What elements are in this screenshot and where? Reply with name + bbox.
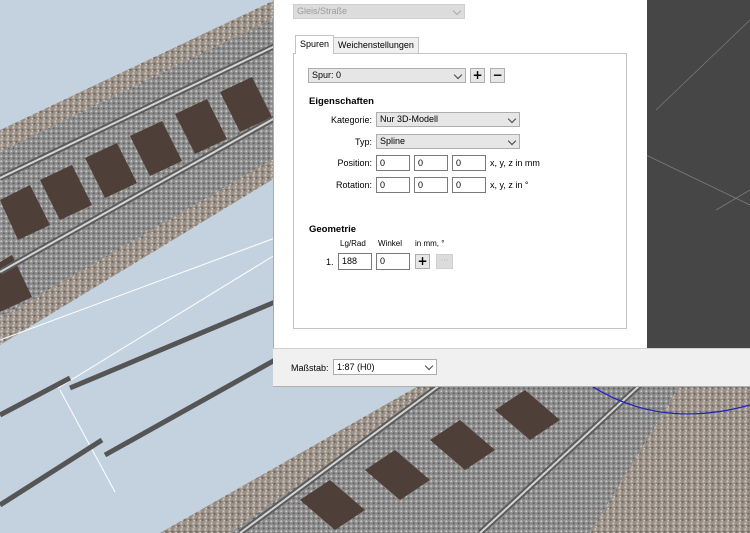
winkel-column-label: Winkel [378,239,403,248]
rotation-z-input[interactable]: 0 [452,177,486,193]
massstab-value: 1:87 (H0) [337,362,375,372]
chevron-down-icon [507,114,517,124]
grid-lines [646,19,750,211]
spur-value: Spur: 0 [312,70,342,80]
massstab-combo[interactable]: 1:87 (H0) [333,359,437,375]
geometrie-unit-label: in mm, ° [415,239,445,248]
tab-spuren-label: Spuren [300,39,330,49]
typ-combo[interactable]: Spline [376,134,520,149]
chevron-down-icon [424,361,434,371]
object-type-combo[interactable]: Gleis/Straße [293,4,465,19]
rotation-y-input[interactable]: 0 [414,177,448,193]
position-x-input[interactable]: 0 [376,155,410,171]
object-type-value: Gleis/Straße [297,6,348,16]
add-spur-button[interactable]: + [470,68,485,83]
typ-value: Spline [380,136,406,146]
eigenschaften-heading: Eigenschaften [309,96,374,107]
geometrie-row-index: 1. [326,257,334,267]
chevron-down-icon [452,6,462,16]
typ-label: Typ: [354,137,372,147]
tab-weichenstellungen-label: Weichenstellungen [338,40,414,50]
more-segment-button[interactable]: ··· [436,254,453,269]
kategorie-combo[interactable]: Nur 3D-Modell [376,112,520,127]
minus-icon: − [492,68,503,82]
position-z-input[interactable]: 0 [452,155,486,171]
winkel-input[interactable]: 0 [376,253,410,270]
position-label: Position: [337,158,372,168]
chevron-down-icon [453,70,463,80]
spur-combo[interactable]: Spur: 0 [308,68,466,83]
kategorie-value: Nur 3D-Modell [380,114,439,124]
chevron-down-icon [507,136,517,146]
rotation-label: Rotation: [335,180,372,190]
massstab-label: Maßstab: [291,363,329,373]
tab-spuren[interactable]: Spuren [295,35,335,54]
position-unit: x, y, z in mm [490,158,540,168]
dark-viewport-panel[interactable] [646,0,750,348]
add-segment-button[interactable]: + [415,254,430,269]
remove-spur-button[interactable]: − [490,68,505,83]
lgrad-input[interactable]: 188 [338,253,372,270]
kategorie-label: Kategorie: [330,115,372,125]
ellipsis-icon: ··· [440,256,449,265]
rotation-unit: x, y, z in ° [490,180,529,190]
lgrad-column-label: Lg/Rad [340,239,366,248]
rotation-x-input[interactable]: 0 [376,177,410,193]
geometrie-heading: Geometrie [309,224,356,235]
plus-icon: + [417,254,428,268]
position-y-input[interactable]: 0 [414,155,448,171]
tab-weichenstellungen[interactable]: Weichenstellungen [333,37,419,53]
plus-icon: + [472,68,483,82]
